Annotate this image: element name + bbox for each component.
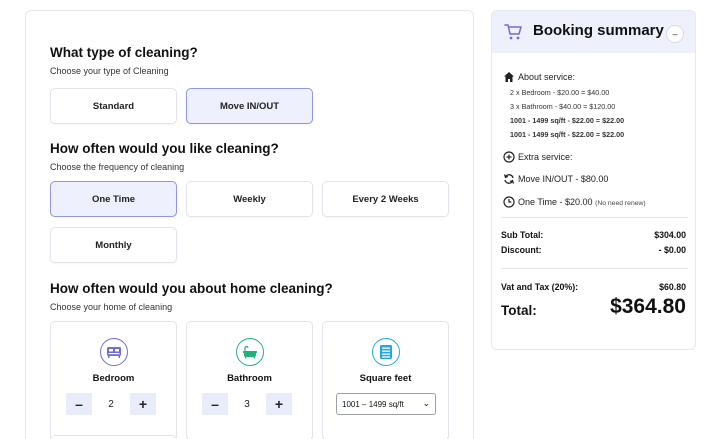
discount-value: - $0.00 [658, 245, 686, 255]
square-feet-label: Square feet [359, 373, 412, 384]
bathroom-increment-button[interactable]: + [266, 393, 292, 415]
booking-form-panel: What type of cleaning? Choose your type … [25, 10, 474, 439]
total-value: $364.80 [610, 295, 686, 318]
about-item: 1001 - 1499 sq/ft - $22.00 = $22.00 [510, 116, 625, 125]
plus-circle-icon [503, 151, 515, 163]
home-icon [504, 72, 514, 82]
clock-icon [503, 196, 515, 208]
bedroom-increment-button[interactable]: + [130, 393, 156, 415]
cleaning-type-section: What type of cleaning? Choose your type … [50, 45, 450, 76]
collapse-button[interactable]: – [666, 25, 684, 43]
square-feet-select[interactable]: 1001 – 1499 sq/ft ⌄ [336, 393, 436, 415]
booking-summary-panel: Booking summary – About service: 2 x Bed… [491, 10, 696, 350]
divider [501, 268, 688, 269]
square-feet-selected-value: 1001 – 1499 sq/ft [342, 399, 404, 409]
bathroom-decrement-button[interactable]: – [202, 393, 228, 415]
option-standard[interactable]: Standard [50, 88, 177, 124]
about-service-label: About service: [518, 72, 576, 82]
about-item: 3 x Bathroom - $40.00 = $120.00 [510, 102, 616, 111]
bathroom-card: Bathroom – 3 + [186, 321, 313, 439]
cleaning-type-title: What type of cleaning? [50, 45, 198, 60]
option-move-in-out[interactable]: Move IN/OUT [186, 88, 313, 124]
bathtub-icon [235, 338, 264, 366]
bed-icon [99, 338, 128, 366]
bathroom-count[interactable]: 3 [228, 393, 266, 415]
one-time-note: (No need renew) [595, 200, 646, 207]
home-section: How often would you about home cleaning?… [50, 281, 450, 312]
cleaning-type-subtitle: Choose your type of Cleaning [50, 66, 169, 76]
square-feet-icon [371, 338, 400, 366]
option-one-time[interactable]: One Time [50, 181, 177, 217]
option-weekly[interactable]: Weekly [186, 181, 313, 217]
bedroom-card: Bedroom – 2 + [50, 321, 177, 439]
frequency-title: How often would you like cleaning? [50, 141, 279, 156]
move-in-out-line: Move IN/OUT - $80.00 [518, 174, 609, 184]
discount-label: Discount: [501, 245, 542, 255]
one-time-line: One Time - $20.00 (No need renew) [518, 197, 646, 207]
frequency-section: How often would you like cleaning? Choos… [50, 141, 450, 172]
summary-title: Booking summary [533, 22, 664, 39]
summary-header: Booking summary – [492, 11, 695, 53]
refresh-icon [503, 174, 515, 184]
about-item: 2 x Bedroom - $20.00 = $40.00 [510, 88, 610, 97]
about-item: 1001 - 1499 sq/ft - $22.00 = $22.00 [510, 130, 625, 139]
cart-icon [504, 24, 522, 40]
option-monthly[interactable]: Monthly [50, 227, 177, 263]
home-subtitle: Choose your home of cleaning [50, 302, 173, 312]
vat-label: Vat and Tax (20%): [501, 282, 579, 292]
bathroom-label: Bathroom [227, 373, 272, 384]
subtotal-value: $304.00 [654, 230, 686, 240]
frequency-subtitle: Choose the frequency of cleaning [50, 162, 185, 172]
vat-value: $60.80 [659, 282, 686, 292]
bedroom-stepper: – 2 + [66, 393, 156, 415]
extra-service-label: Extra service: [518, 152, 573, 162]
option-every-2-weeks[interactable]: Every 2 Weeks [322, 181, 449, 217]
chevron-down-icon: ⌄ [422, 398, 430, 408]
bedroom-decrement-button[interactable]: – [66, 393, 92, 415]
bedroom-label: Bedroom [92, 373, 135, 384]
bedroom-count[interactable]: 2 [92, 393, 130, 415]
one-time-label: One Time - $20.00 [518, 197, 593, 207]
additional-card [50, 435, 177, 439]
subtotal-label: Sub Total: [501, 230, 544, 240]
total-label: Total: [501, 303, 537, 318]
home-title: How often would you about home cleaning? [50, 281, 333, 296]
bathroom-stepper: – 3 + [202, 393, 292, 415]
square-feet-card: Square feet 1001 – 1499 sq/ft ⌄ [322, 321, 449, 439]
divider [501, 217, 688, 218]
